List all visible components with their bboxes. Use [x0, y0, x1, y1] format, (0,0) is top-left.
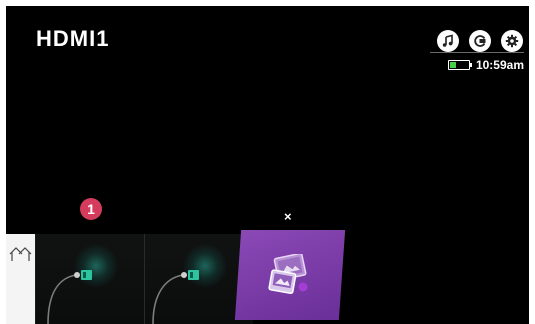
battery-icon: [447, 60, 472, 70]
hdmi-cable-icon: [47, 270, 92, 324]
cast-icon[interactable]: [469, 30, 491, 52]
notification-badge: 1: [80, 198, 102, 220]
photo-tile-inner: [238, 230, 342, 320]
launcher-bar: [6, 230, 529, 324]
status-divider: [430, 52, 524, 53]
hdmi-input-tile-1[interactable]: [35, 234, 144, 324]
photo-video-tile[interactable]: [234, 230, 346, 320]
input-title: HDMI1: [36, 26, 110, 51]
gear-icon[interactable]: [501, 30, 523, 52]
photo-video-icon: [268, 254, 308, 295]
music-icon[interactable]: [437, 30, 459, 52]
home-icon: [9, 247, 32, 261]
close-button[interactable]: ×: [284, 209, 292, 224]
status-bar: 10:59am: [447, 58, 524, 72]
top-icon-bar: [437, 30, 523, 52]
clock: 10:59am: [475, 58, 524, 72]
home-tile[interactable]: [6, 234, 35, 324]
battery-fill: [449, 62, 456, 68]
tv-screen: HDMI1 10:59am 1 ×: [6, 6, 529, 324]
